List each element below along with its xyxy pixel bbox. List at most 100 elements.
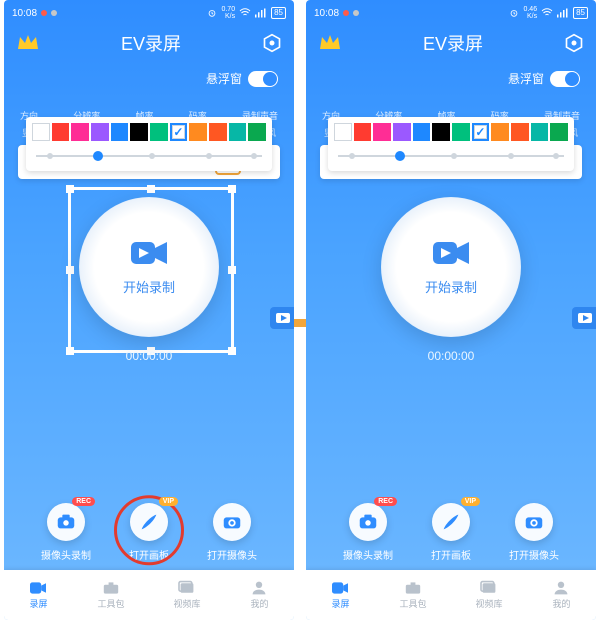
color-palette-panel [26, 117, 272, 171]
status-dot-icon [51, 10, 57, 16]
nav-mine[interactable]: 我的 [249, 580, 269, 610]
camera-icon [129, 238, 169, 273]
color-swatch[interactable] [334, 123, 352, 141]
nav-record[interactable]: 录屏 [330, 580, 350, 610]
color-swatch[interactable] [413, 123, 431, 141]
color-swatch[interactable] [32, 123, 50, 141]
timecode: 00:00:00 [306, 349, 596, 363]
float-window-toggle[interactable] [550, 71, 580, 87]
signal-icon [255, 8, 267, 18]
status-time: 10:08 [12, 8, 37, 19]
nav-label: 我的 [552, 597, 570, 610]
action-label: 摄像头录制 [41, 547, 91, 562]
color-swatch[interactable] [393, 123, 411, 141]
nav-library[interactable]: 视频库 [475, 580, 502, 610]
nav-mine[interactable]: 我的 [551, 580, 571, 610]
action-label: 打开画板 [431, 547, 471, 562]
signal-icon [557, 8, 569, 18]
title-bar: EV录屏 [306, 24, 596, 56]
color-swatch[interactable] [91, 123, 109, 141]
bottom-nav: 录屏 工具包 视频库 我的 [4, 570, 294, 620]
nav-record[interactable]: 录屏 [28, 580, 48, 610]
pip-toggle-icon[interactable] [270, 307, 294, 329]
phone-screen-after: 10:08 0.46K/s 85 EV录屏 悬浮窗 方向 [306, 0, 596, 620]
timecode: 00:00:00 [4, 349, 294, 363]
action-row: REC 摄像头录制 VIP 打开画板 打开摄像头 [4, 503, 294, 562]
nav-label: 工具包 [97, 597, 124, 610]
title-bar: EV录屏 [4, 24, 294, 56]
rec-badge: REC [374, 497, 397, 506]
settings-hex-icon[interactable] [262, 33, 282, 53]
nav-label: 录屏 [29, 597, 47, 610]
crown-icon[interactable] [16, 33, 40, 53]
nav-tools[interactable]: 工具包 [97, 580, 124, 610]
vip-badge: VIP [461, 497, 480, 506]
nav-library[interactable]: 视频库 [173, 580, 200, 610]
float-window-toggle[interactable] [248, 71, 278, 87]
action-row: REC 摄像头录制 VIP 打开画板 打开摄像头 [306, 503, 596, 562]
color-swatch[interactable] [248, 123, 266, 141]
color-swatch[interactable] [130, 123, 148, 141]
action-camera-record[interactable]: REC 摄像头录制 [343, 503, 393, 562]
status-dot-icon [41, 10, 47, 16]
settings-hex-icon[interactable] [564, 33, 584, 53]
netspeed: 0.46K/s [523, 6, 537, 20]
brush-size-slider[interactable] [338, 149, 564, 163]
color-swatch[interactable] [229, 123, 247, 141]
color-swatch[interactable] [354, 123, 372, 141]
action-label: 打开画板 [129, 547, 169, 562]
battery-indicator: 85 [573, 7, 588, 19]
pip-toggle-icon[interactable] [572, 307, 596, 329]
action-open-camera[interactable]: 打开摄像头 [207, 503, 257, 562]
nav-label: 视频库 [475, 597, 502, 610]
action-open-canvas[interactable]: VIP 打开画板 [431, 503, 471, 562]
color-palette-panel [328, 117, 574, 171]
color-swatch[interactable] [491, 123, 509, 141]
nav-label: 视频库 [173, 597, 200, 610]
action-label: 打开摄像头 [207, 547, 257, 562]
status-dot-icon [343, 10, 349, 16]
camera-icon [431, 238, 471, 273]
color-swatch[interactable] [189, 123, 207, 141]
nav-label: 工具包 [399, 597, 426, 610]
action-open-camera[interactable]: 打开摄像头 [509, 503, 559, 562]
app-title: EV录屏 [121, 30, 181, 56]
color-swatch[interactable] [550, 123, 568, 141]
action-label: 摄像头录制 [343, 547, 393, 562]
record-button[interactable]: 开始录制 [79, 197, 219, 337]
action-open-canvas[interactable]: VIP 打开画板 [129, 503, 169, 562]
color-swatch[interactable] [373, 123, 391, 141]
swatch-row [334, 123, 568, 141]
action-camera-record[interactable]: REC 摄像头录制 [41, 503, 91, 562]
record-button[interactable]: 开始录制 [381, 197, 521, 337]
record-label: 开始录制 [123, 277, 175, 296]
color-swatch[interactable] [432, 123, 450, 141]
color-swatch[interactable] [511, 123, 529, 141]
float-window-label: 悬浮窗 [206, 70, 242, 87]
action-label: 打开摄像头 [509, 547, 559, 562]
color-swatch[interactable] [452, 123, 470, 141]
battery-indicator: 85 [271, 7, 286, 19]
alarm-icon [207, 8, 217, 18]
color-swatch[interactable] [209, 123, 227, 141]
netspeed: 0.70K/s [221, 6, 235, 20]
wifi-icon [541, 8, 553, 18]
color-swatch[interactable] [170, 123, 188, 141]
color-swatch[interactable] [472, 123, 490, 141]
crown-icon[interactable] [318, 33, 342, 53]
nav-label: 录屏 [331, 597, 349, 610]
vip-badge: VIP [159, 497, 178, 506]
color-swatch[interactable] [71, 123, 89, 141]
color-swatch[interactable] [52, 123, 70, 141]
brush-size-slider[interactable] [36, 149, 262, 163]
status-bar: 10:08 0.70K/s 85 [4, 0, 294, 24]
color-swatch[interactable] [150, 123, 168, 141]
color-swatch[interactable] [111, 123, 129, 141]
record-label: 开始录制 [425, 277, 477, 296]
settings-strip: 方向 分辨率 帧率 码率 录制声音 竖屏 麦克风 [18, 109, 280, 139]
wifi-icon [239, 8, 251, 18]
nav-tools[interactable]: 工具包 [399, 580, 426, 610]
color-swatch[interactable] [531, 123, 549, 141]
bottom-nav: 录屏 工具包 视频库 我的 [306, 570, 596, 620]
settings-strip: 方向 分辨率 帧率 码率 录制声音 竖屏 麦克风 [320, 109, 582, 139]
